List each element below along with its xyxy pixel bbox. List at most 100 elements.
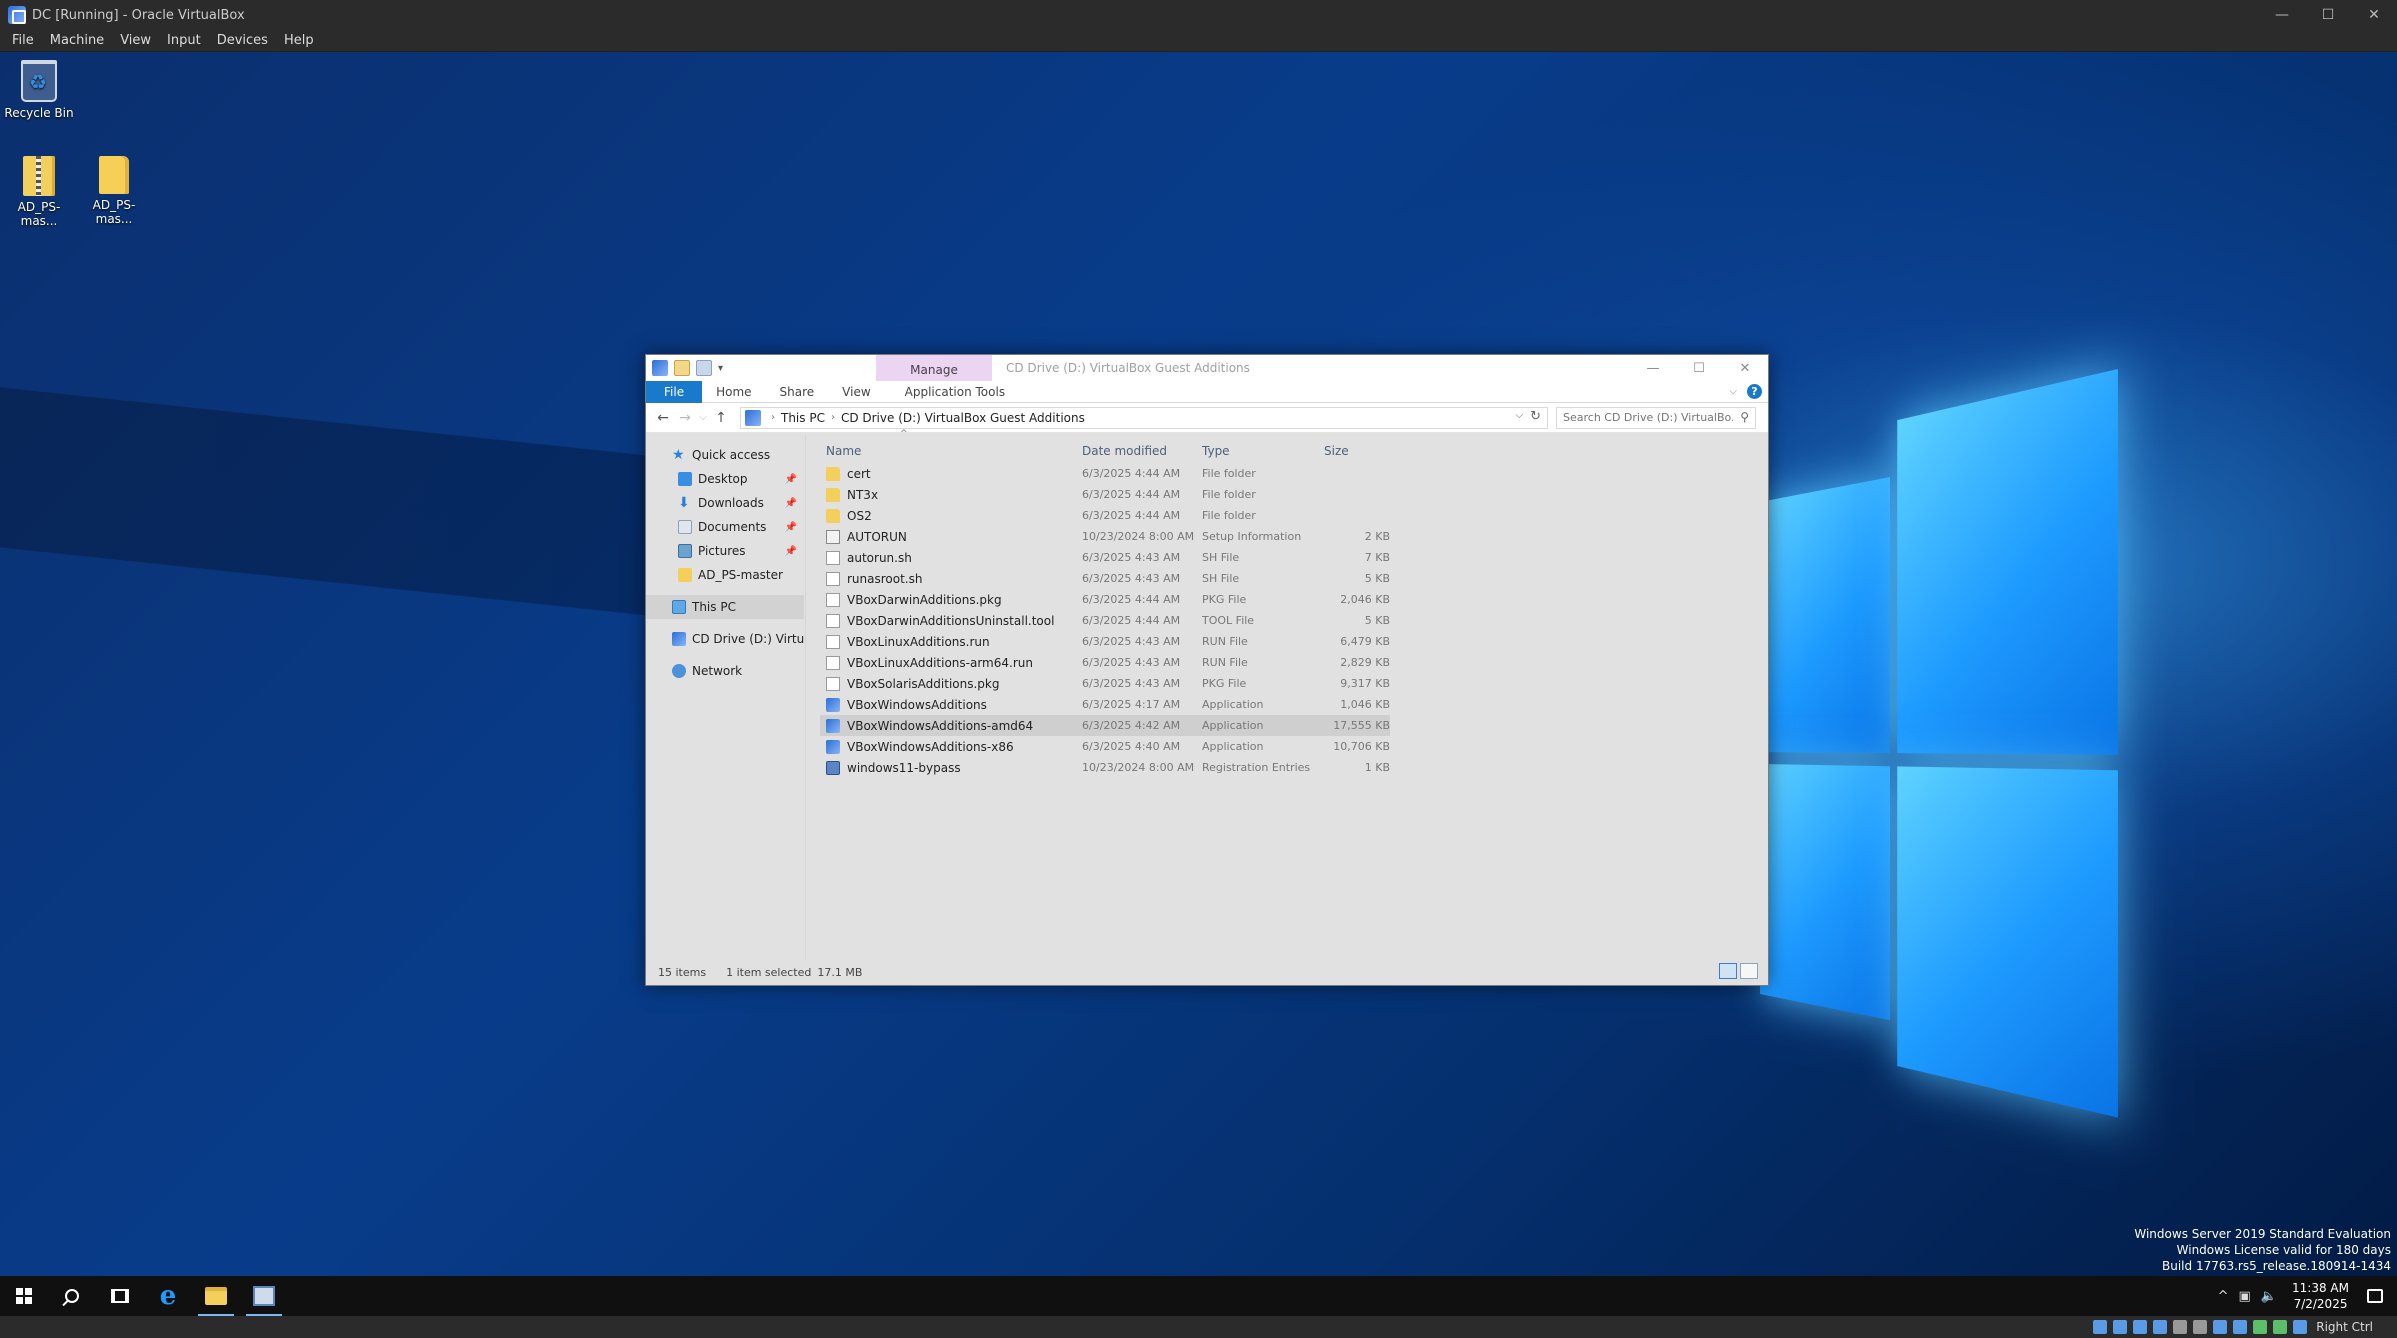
recent-locations-chevron-icon[interactable]: ⌵	[696, 412, 710, 423]
file-row[interactable]: VBoxLinuxAdditions-arm64.run 6/3/2025 4:4…	[820, 652, 1720, 673]
forward-arrow-icon[interactable]: →	[674, 410, 696, 426]
breadcrumb-separator-icon[interactable]: ›	[771, 412, 775, 423]
address-bar[interactable]: › This PC › CD Drive (D:) VirtualBox Gue…	[740, 406, 1548, 429]
file-date-modified: 6/3/2025 4:43 AM	[1082, 677, 1181, 690]
file-row[interactable]: VBoxWindowsAdditions 6/3/2025 4:17 AM Appl…	[820, 694, 1720, 715]
nav-desktop[interactable]: Desktop 📌	[646, 467, 805, 491]
address-dropdown-chevron-icon[interactable]: ⌵	[1515, 410, 1523, 421]
file-icon	[826, 634, 840, 649]
task-view-button[interactable]	[96, 1276, 144, 1316]
nav-network[interactable]: Network	[646, 659, 805, 683]
nav-ad-ps-master[interactable]: AD_PS-master	[646, 563, 805, 587]
column-header-name[interactable]: Name	[820, 444, 1082, 458]
vbox-display-icon[interactable]	[2213, 1320, 2228, 1334]
volume-muted-icon[interactable]: 🔈	[2261, 1289, 2277, 1304]
desktop-icon-ad-ps-master-zip[interactable]: AD_PS-mas...	[1, 156, 77, 228]
tab-share[interactable]: Share	[766, 381, 829, 403]
file-row[interactable]: VBoxDarwinAdditions.pkg 6/3/2025 4:44 AM P…	[820, 589, 1720, 610]
file-type: PKG File	[1202, 677, 1247, 690]
vbox-keyboard-icon[interactable]	[2293, 1320, 2308, 1334]
search-icon[interactable]: ⚲	[1740, 410, 1749, 424]
address-bar-row: ← → ⌵ ↑ › This PC › CD Drive (D:) Virtua…	[646, 403, 1768, 433]
details-view-icon[interactable]	[1719, 963, 1737, 979]
nav-downloads[interactable]: ⬇ Downloads 📌	[646, 491, 805, 515]
taskbar-internet-explorer[interactable]: e	[144, 1276, 192, 1316]
breadcrumb-cd-drive[interactable]: CD Drive (D:) VirtualBox Guest Additions	[841, 411, 1085, 425]
file-row[interactable]: NT3x 6/3/2025 4:44 AM File folder	[820, 484, 1720, 505]
file-row[interactable]: windows11-bypass 10/23/2024 8:00 AM Regist…	[820, 757, 1720, 778]
file-date-modified: 6/3/2025 4:42 AM	[1082, 719, 1181, 732]
breadcrumb-this-pc[interactable]: This PC	[781, 411, 825, 425]
clock[interactable]: 11:38 AM 7/2/2025	[2292, 1280, 2349, 1312]
file-row[interactable]: VBoxSolarisAdditions.pkg 6/3/2025 4:43 AM…	[820, 673, 1720, 694]
large-icons-view-icon[interactable]	[1740, 963, 1758, 979]
vbox-close-button[interactable]: ✕	[2351, 0, 2397, 30]
file-row[interactable]: VBoxWindowsAdditions-amd64 6/3/2025 4:42 …	[820, 715, 1390, 736]
nav-this-pc[interactable]: This PC	[646, 595, 804, 619]
registry-file-icon	[826, 760, 840, 775]
virtualbox-drive-icon	[672, 632, 686, 646]
vbox-mouse-integration-icon[interactable]	[2273, 1320, 2288, 1334]
new-folder-icon[interactable]	[696, 360, 712, 376]
help-icon[interactable]: ?	[1747, 384, 1762, 399]
file-row[interactable]: autorun.sh 6/3/2025 4:43 AM SH File 7 KB	[820, 547, 1720, 568]
vbox-menu-devices[interactable]: Devices	[209, 33, 276, 48]
file-row[interactable]: runasroot.sh 6/3/2025 4:43 AM SH File 5 KB	[820, 568, 1720, 589]
nav-cd-drive[interactable]: CD Drive (D:) VirtualB	[646, 627, 805, 651]
tab-application-tools[interactable]: Application Tools	[891, 381, 1019, 403]
action-center-icon[interactable]	[2367, 1289, 2383, 1303]
vbox-storage-icon[interactable]	[2093, 1320, 2108, 1334]
properties-icon[interactable]	[674, 360, 690, 376]
taskbar-search-button[interactable]	[48, 1276, 96, 1316]
vbox-menu-machine[interactable]: Machine	[42, 33, 112, 48]
file-size: 10,706 KB	[1333, 740, 1390, 753]
vbox-optical-drive-icon[interactable]	[2113, 1320, 2128, 1334]
customize-toolbar-chevron-icon[interactable]: ▾	[718, 363, 723, 374]
vbox-recording-icon[interactable]	[2233, 1320, 2248, 1334]
nav-documents[interactable]: Documents 📌	[646, 515, 805, 539]
refresh-icon[interactable]: ↻	[1530, 409, 1541, 424]
file-name-cell: NT3x	[820, 487, 1082, 502]
vbox-cpu-icon[interactable]	[2253, 1320, 2268, 1334]
file-row[interactable]: cert 6/3/2025 4:44 AM File folder	[820, 463, 1720, 484]
explorer-minimize-button[interactable]: —	[1630, 355, 1676, 381]
file-row[interactable]: VBoxDarwinAdditionsUninstall.tool 6/3/202…	[820, 610, 1720, 631]
breadcrumb-separator-icon[interactable]: ›	[831, 412, 835, 423]
file-name-cell: VBoxLinuxAdditions-arm64.run	[820, 655, 1082, 670]
taskbar-file-explorer[interactable]	[192, 1276, 240, 1316]
column-header-size[interactable]: Size	[1322, 444, 1390, 458]
vbox-shared-folders-icon[interactable]	[2193, 1320, 2208, 1334]
vbox-menu-view[interactable]: View	[112, 33, 159, 48]
explorer-maximize-button[interactable]: ☐	[1676, 355, 1722, 381]
tab-view[interactable]: View	[828, 381, 884, 403]
vbox-network-icon[interactable]	[2153, 1320, 2168, 1334]
tab-home[interactable]: Home	[702, 381, 765, 403]
network-status-icon[interactable]: ▣	[2239, 1289, 2251, 1304]
back-arrow-icon[interactable]: ←	[652, 410, 674, 426]
nav-quick-access[interactable]: ★ Quick access	[646, 443, 805, 467]
start-button[interactable]	[0, 1276, 48, 1316]
file-row[interactable]: VBoxWindowsAdditions-x86 6/3/2025 4:40 AM…	[820, 736, 1720, 757]
desktop-icon-recycle-bin[interactable]: Recycle Bin	[1, 60, 77, 120]
file-row[interactable]: VBoxLinuxAdditions.run 6/3/2025 4:43 AM RU…	[820, 631, 1720, 652]
column-header-date-modified[interactable]: Date modified	[1082, 444, 1202, 458]
file-row[interactable]: AUTORUN 10/23/2024 8:00 AM Setup Informati…	[820, 526, 1720, 547]
vbox-maximize-button[interactable]: ☐	[2305, 0, 2351, 30]
vbox-usb-icon[interactable]	[2173, 1320, 2188, 1334]
nav-pictures[interactable]: Pictures 📌	[646, 539, 805, 563]
expand-ribbon-chevron-icon[interactable]: ⌵	[1729, 386, 1737, 397]
vbox-menu-help[interactable]: Help	[276, 33, 322, 48]
show-hidden-icons-chevron-icon[interactable]: ^	[2218, 1289, 2229, 1304]
column-header-type[interactable]: Type	[1202, 444, 1322, 458]
vbox-menu-file[interactable]: File	[4, 33, 42, 48]
vbox-minimize-button[interactable]: —	[2259, 0, 2305, 30]
file-row[interactable]: OS2 6/3/2025 4:44 AM File folder	[820, 505, 1720, 526]
explorer-close-button[interactable]: ✕	[1722, 355, 1768, 381]
tab-file[interactable]: File	[646, 380, 703, 403]
taskbar-server-manager[interactable]	[240, 1276, 288, 1316]
vbox-menu-input[interactable]: Input	[159, 33, 209, 48]
vbox-audio-icon[interactable]	[2133, 1320, 2148, 1334]
up-arrow-icon[interactable]: ↑	[710, 410, 732, 426]
search-input[interactable]	[1563, 411, 1733, 424]
desktop-icon-ad-ps-master-folder[interactable]: AD_PS-mas...	[76, 156, 152, 226]
